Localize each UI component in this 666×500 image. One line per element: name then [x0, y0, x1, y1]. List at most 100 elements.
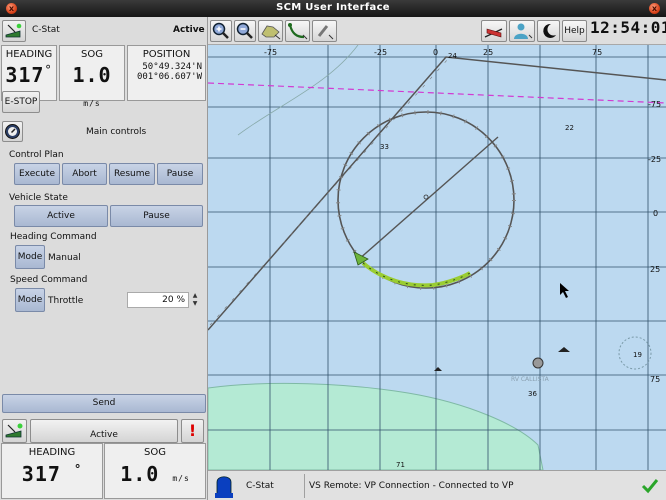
buoy-symbol [558, 347, 570, 352]
vehicle-track-button[interactable] [481, 20, 507, 42]
top-tick: 25 [483, 48, 493, 57]
transit-line [357, 136, 499, 261]
map-icon [261, 25, 281, 40]
pause-state-button[interactable]: Pause [110, 205, 203, 227]
vehicle-name: C-Stat [32, 25, 60, 35]
right-tick: 25 [650, 265, 660, 274]
bottom-heading-label: HEADING [28, 447, 76, 458]
user-icon [514, 23, 533, 39]
vehicle-status-icon [215, 476, 233, 498]
map-layers-button[interactable] [258, 20, 283, 42]
window-title: SCM User Interface [276, 2, 390, 13]
sog-value: 1.0 m/s [72, 63, 112, 108]
speed-mode-value: Throttle [48, 296, 84, 306]
flag-icon [484, 28, 503, 38]
vehicle-state: Active [173, 25, 205, 35]
alert-button[interactable]: ! [181, 419, 204, 443]
sounding: 19 [633, 351, 642, 359]
main-controls-title: Main controls [86, 127, 147, 137]
zoom-out-button[interactable] [234, 20, 256, 42]
pencil-icon [317, 25, 334, 40]
help-button[interactable]: Help [562, 20, 587, 42]
vehicle-icon [5, 423, 23, 438]
status-divider [304, 474, 305, 498]
latitude: 50°49.324'N [142, 62, 202, 72]
bottom-heading-readout: HEADING 317 ° [1, 443, 103, 499]
sounding: 36 [528, 390, 537, 398]
speed-command-title: Speed Command [10, 275, 88, 285]
boundary-line [208, 82, 666, 104]
control-plan-title: Control Plan [9, 150, 64, 160]
clock: 12:54:01 [590, 18, 666, 37]
throttle-stepper[interactable]: ▲ ▼ [190, 292, 200, 308]
heading-mode-button[interactable]: Mode [15, 245, 45, 269]
bottom-sog-label: SOG [144, 447, 166, 458]
status-bar: C-Stat VS Remote: VP Connection - Connec… [208, 470, 666, 500]
zoom-out-icon [236, 22, 253, 39]
active-state-button[interactable]: Active [14, 205, 108, 227]
heading-value: 317° [5, 63, 53, 87]
sounding: 33 [380, 143, 389, 151]
vehicle-select-button[interactable] [2, 20, 26, 42]
bottom-heading-value: 317 ° [21, 462, 83, 486]
heading-mode-value: Manual [48, 253, 81, 263]
user-button[interactable] [509, 20, 535, 42]
route-icon [288, 23, 308, 40]
route-button[interactable] [285, 20, 310, 42]
right-tick: 0 [653, 209, 658, 218]
zoom-in-icon [212, 22, 229, 39]
top-tick: 0 [433, 48, 438, 57]
waypoint-marker [423, 194, 429, 200]
bottom-vehicle-button[interactable] [2, 419, 27, 443]
window-titlebar: x SCM User Interface x [0, 0, 666, 17]
execute-button[interactable]: Execute [14, 163, 60, 185]
chart-canvas[interactable]: -75 -25 0 25 75 -75 -25 0 25 75 24 33 22… [208, 45, 666, 470]
right-tick: -25 [648, 155, 661, 164]
mouse-cursor [560, 283, 569, 298]
position-readout: POSITION 50°49.324'N 001°06.607'W [127, 45, 206, 101]
throttle-input[interactable]: 20 % [127, 292, 189, 308]
position-label: POSITION [142, 49, 191, 60]
buoy-symbol [434, 367, 442, 371]
close-window-button-right[interactable]: x [649, 3, 660, 14]
resume-button[interactable]: Resume [109, 163, 155, 185]
bottom-sog-readout: SOG 1.0 m/s [104, 443, 206, 499]
zoom-in-button[interactable] [210, 20, 232, 42]
top-tick: 75 [592, 48, 602, 57]
right-tick: -75 [648, 100, 661, 109]
planned-track [208, 56, 666, 331]
connection-ok-icon [641, 479, 659, 494]
speed-mode-button[interactable]: Mode [15, 288, 45, 312]
left-panel: C-Stat Active HEADING 317° SOG 1.0 m/s P… [0, 17, 208, 500]
top-tick: -25 [374, 48, 387, 57]
heading-label: HEADING [5, 49, 53, 60]
vehicle-state-title: Vehicle State [9, 193, 68, 203]
status-vehicle-name: C-Stat [246, 481, 274, 491]
bottom-state-button[interactable]: Active [30, 419, 178, 443]
map-toolbar: Help 12:54:01 [208, 17, 666, 45]
bottom-sog-value: 1.0 m/s [120, 462, 190, 486]
sounding: 71 [396, 461, 405, 469]
compass-icon [5, 124, 20, 139]
pause-plan-button[interactable]: Pause [157, 163, 203, 185]
right-tick: 75 [650, 375, 660, 384]
heading-command-title: Heading Command [10, 232, 97, 242]
abort-button[interactable]: Abort [62, 163, 107, 185]
status-message: VS Remote: VP Connection - Connected to … [309, 481, 514, 491]
longitude: 001°06.607'W [136, 72, 202, 82]
moon-icon [543, 23, 556, 38]
vessel-label: RV CALLISTA [511, 376, 550, 383]
measure-button[interactable] [312, 20, 337, 42]
vehicle-track [361, 261, 471, 288]
sog-label: SOG [81, 49, 103, 60]
research-vessel-symbol [532, 357, 544, 369]
sog-readout: SOG 1.0 m/s [59, 45, 125, 108]
main-controls-toggle[interactable] [2, 121, 23, 142]
land-area [208, 382, 544, 470]
night-mode-button[interactable] [537, 20, 560, 42]
chart-map[interactable]: -75 -25 0 25 75 -75 -25 0 25 75 24 33 22… [208, 45, 666, 470]
estop-button[interactable]: E-STOP [2, 91, 40, 113]
send-button[interactable]: Send [2, 394, 206, 413]
top-tick: -75 [264, 48, 277, 57]
sounding: 24 [448, 52, 457, 60]
